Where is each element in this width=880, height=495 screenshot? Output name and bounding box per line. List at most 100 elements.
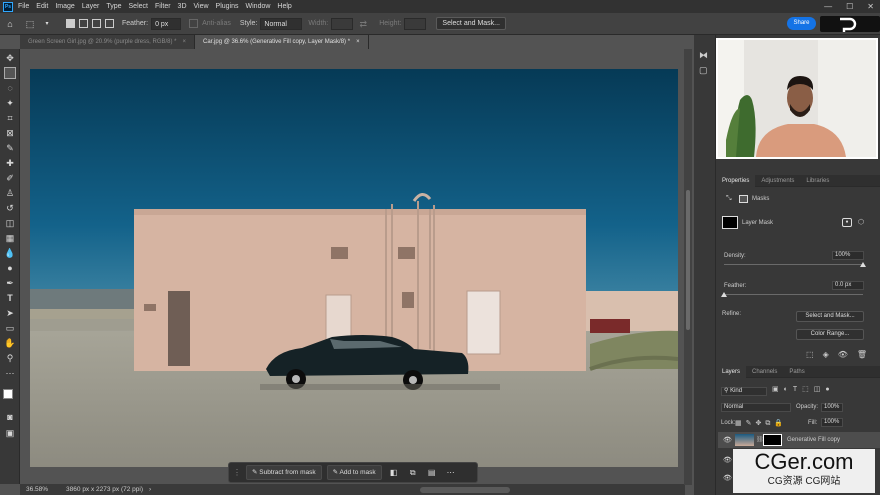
- select-and-mask-button[interactable]: Select and Mask...: [436, 17, 507, 30]
- fill-value[interactable]: 100%: [821, 418, 843, 427]
- clone-stamp-tool-icon[interactable]: ♙: [4, 187, 16, 199]
- width-input[interactable]: [331, 17, 354, 30]
- density-value[interactable]: 100%: [832, 251, 864, 260]
- foreground-color-swatch[interactable]: [3, 389, 13, 399]
- color-range-button[interactable]: Color Range...: [796, 329, 864, 340]
- eyedropper-tool-icon[interactable]: ✎: [4, 142, 16, 154]
- quick-mask-icon[interactable]: ◙: [4, 411, 16, 423]
- type-tool-icon[interactable]: T: [4, 292, 16, 304]
- density-slider-thumb[interactable]: [860, 262, 866, 267]
- density-slider[interactable]: [724, 264, 863, 265]
- tab-car[interactable]: Car.jpg @ 36.6% (Generative Fill copy, L…: [195, 35, 369, 49]
- invert-mask-icon[interactable]: ◧: [387, 466, 401, 480]
- properties-panel-icon[interactable]: ⧓: [699, 50, 708, 61]
- shape-filter-icon[interactable]: ⬚: [802, 386, 814, 393]
- feather-slider[interactable]: [724, 294, 863, 295]
- lock-pixels-icon[interactable]: ✎: [746, 420, 756, 427]
- close-tab-icon[interactable]: ×: [356, 39, 360, 45]
- menu-3d[interactable]: 3D: [178, 3, 187, 10]
- load-selection-icon[interactable]: ⬚: [806, 350, 823, 359]
- new-selection-icon[interactable]: [66, 19, 75, 28]
- hand-tool-icon[interactable]: ✋: [4, 337, 16, 349]
- disable-mask-icon[interactable]: 👁: [838, 350, 857, 359]
- mask-overlay-icon[interactable]: ⧉: [406, 466, 420, 480]
- lock-all-icon[interactable]: 🔒: [774, 420, 787, 427]
- lasso-tool-icon[interactable]: ◌: [4, 82, 16, 94]
- horizontal-scrollbar[interactable]: [420, 487, 510, 493]
- add-to-selection-icon[interactable]: [79, 19, 88, 28]
- blur-tool-icon[interactable]: 💧: [4, 247, 16, 259]
- object-selection-tool-icon[interactable]: ✦: [4, 97, 16, 109]
- healing-brush-tool-icon[interactable]: ✚: [4, 157, 16, 169]
- layer-mask-thumbnail[interactable]: [722, 216, 738, 229]
- fill-mask-icon[interactable]: ▤: [425, 466, 439, 480]
- chevron-down-icon[interactable]: ▾: [44, 18, 50, 30]
- type-filter-icon[interactable]: T: [793, 386, 802, 393]
- menu-file[interactable]: File: [18, 3, 29, 10]
- menu-image[interactable]: Image: [55, 3, 74, 10]
- home-icon[interactable]: ⌂: [4, 18, 16, 30]
- visibility-eye-icon[interactable]: 👁: [723, 436, 732, 444]
- screen-mode-icon[interactable]: ▣: [4, 427, 16, 439]
- swap-icon[interactable]: ⇄: [357, 18, 369, 30]
- visibility-eye-icon[interactable]: 👁: [723, 474, 732, 482]
- layer-filter-kind[interactable]: ⚲ Kind: [721, 387, 767, 396]
- tab-green-screen-girl[interactable]: Green Screen Girl.jpg @ 20.9% (purple dr…: [20, 35, 196, 49]
- subtract-from-mask-button[interactable]: ✎ Subtract from mask: [246, 465, 322, 480]
- feather-slider-thumb[interactable]: [721, 292, 727, 297]
- vertical-scrollbar-thumb[interactable]: [686, 190, 690, 330]
- anti-alias-checkbox[interactable]: [189, 19, 199, 28]
- eraser-tool-icon[interactable]: ◫: [4, 217, 16, 229]
- tab-paths[interactable]: Paths: [783, 366, 810, 378]
- menu-layer[interactable]: Layer: [82, 3, 100, 10]
- pixel-mask-icon[interactable]: ●: [842, 218, 852, 227]
- filter-toggle-icon[interactable]: ●: [825, 386, 834, 393]
- visibility-eye-icon[interactable]: 👁: [723, 456, 732, 464]
- layer-mask-thumb[interactable]: [763, 434, 782, 446]
- crop-tool-icon[interactable]: ⌗: [4, 112, 16, 124]
- select-and-mask-panel-button[interactable]: Select and Mask...: [796, 311, 864, 322]
- document-canvas[interactable]: [30, 69, 678, 467]
- zoom-tool-icon[interactable]: ⚲: [4, 352, 16, 364]
- intersect-selection-icon[interactable]: [105, 19, 114, 28]
- mask-selection-icon[interactable]: ⤡: [726, 195, 732, 203]
- zoom-level[interactable]: 36.58%: [26, 486, 48, 493]
- smart-object-filter-icon[interactable]: ◫: [814, 386, 826, 393]
- menu-select[interactable]: Select: [129, 3, 148, 10]
- tab-layers[interactable]: Layers: [716, 365, 747, 378]
- feather-value[interactable]: 0.0 px: [832, 281, 864, 290]
- rectangle-tool-icon[interactable]: ▭: [4, 322, 16, 334]
- style-select[interactable]: Normal: [260, 17, 303, 30]
- brush-tool-icon[interactable]: ✐: [4, 172, 16, 184]
- comments-panel-icon[interactable]: ▢: [699, 65, 708, 76]
- menu-plugins[interactable]: Plugins: [216, 3, 239, 10]
- height-input[interactable]: [404, 17, 427, 30]
- minimize-button[interactable]: —: [824, 2, 832, 11]
- gradient-tool-icon[interactable]: ▦: [4, 232, 16, 244]
- menu-help[interactable]: Help: [277, 3, 291, 10]
- status-menu-chevron-icon[interactable]: ›: [149, 486, 151, 493]
- vector-mask-icon[interactable]: ⬡: [858, 218, 868, 227]
- maximize-button[interactable]: ☐: [846, 2, 853, 11]
- adjustment-filter-icon[interactable]: ◐: [784, 386, 793, 393]
- more-tools-icon[interactable]: ⋯: [4, 367, 16, 379]
- frame-tool-icon[interactable]: ⊠: [4, 127, 16, 139]
- add-to-mask-button[interactable]: ✎ Add to mask: [326, 465, 382, 480]
- pixel-filter-icon[interactable]: ▣: [772, 386, 784, 393]
- drag-handle-icon[interactable]: ⋮: [233, 468, 241, 477]
- lock-position-icon[interactable]: ✥: [756, 420, 766, 427]
- close-tab-icon[interactable]: ×: [183, 39, 187, 45]
- subtract-from-selection-icon[interactable]: [92, 19, 101, 28]
- menu-view[interactable]: View: [194, 3, 209, 10]
- tab-properties[interactable]: Properties: [716, 174, 756, 187]
- apply-mask-icon[interactable]: ◈: [823, 350, 838, 359]
- history-brush-tool-icon[interactable]: ↺: [4, 202, 16, 214]
- menu-type[interactable]: Type: [106, 3, 121, 10]
- lock-transparent-icon[interactable]: ▦: [735, 420, 746, 427]
- close-button[interactable]: ✕: [867, 2, 874, 11]
- menu-edit[interactable]: Edit: [36, 3, 48, 10]
- layer-thumbnail[interactable]: [735, 434, 754, 446]
- delete-mask-icon[interactable]: 🗑: [857, 350, 876, 359]
- opacity-value[interactable]: 100%: [821, 403, 843, 412]
- move-tool-icon[interactable]: ✥: [4, 52, 16, 64]
